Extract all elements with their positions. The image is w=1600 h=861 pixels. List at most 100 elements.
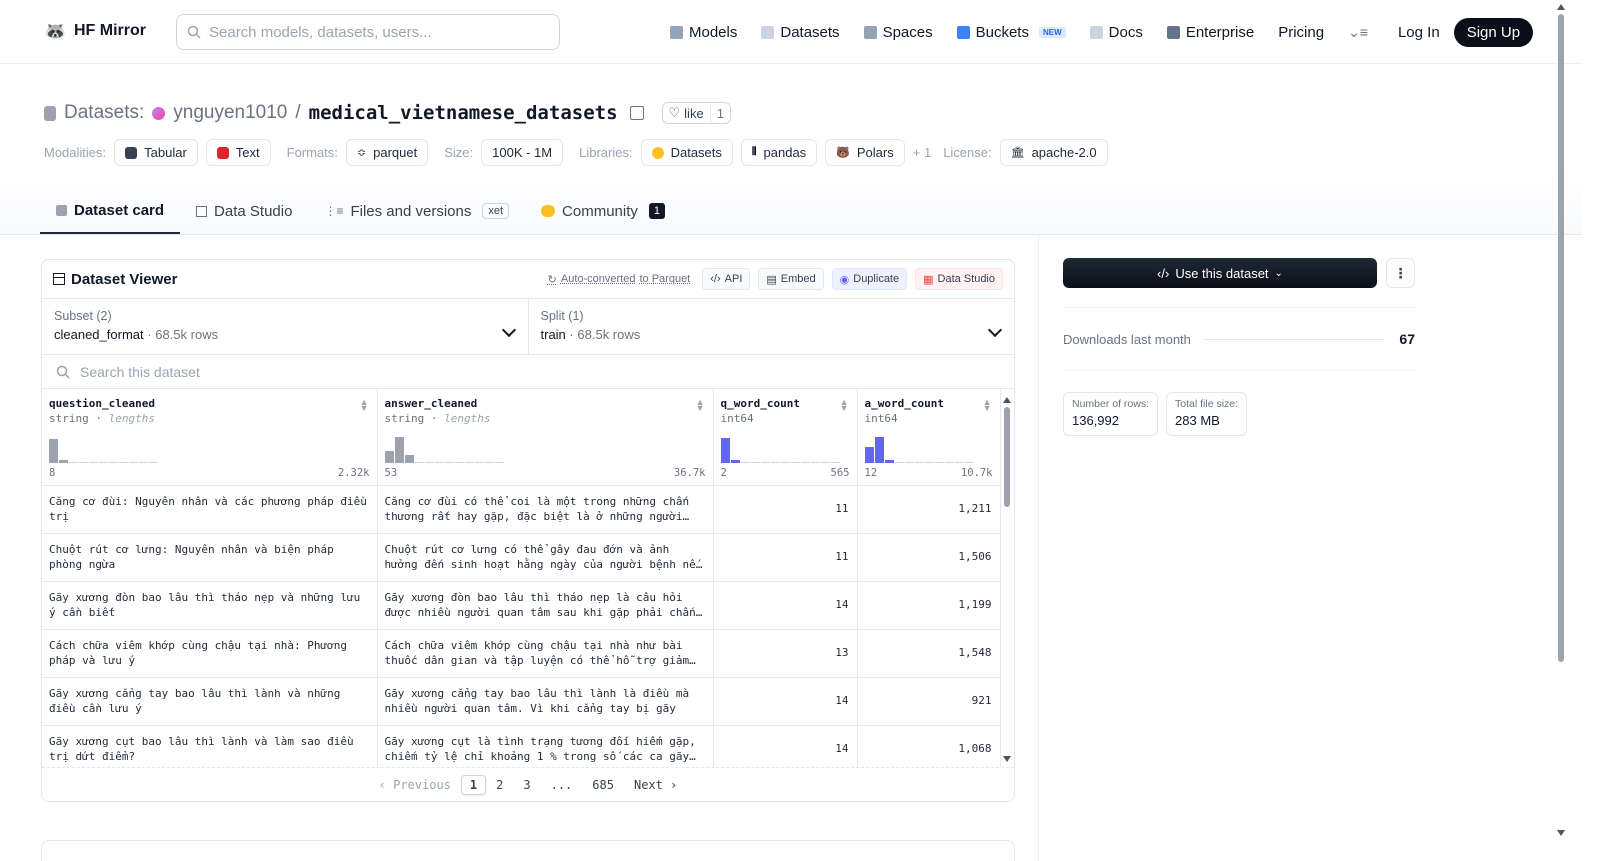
- table-scrollbar[interactable]: [1002, 393, 1012, 766]
- owner-avatar[interactable]: [152, 106, 166, 120]
- signup-button[interactable]: Sign Up: [1453, 18, 1534, 47]
- tag-polars[interactable]: 🐻 Polars: [825, 139, 905, 166]
- sort-icon[interactable]: ▲ ▼: [983, 398, 992, 413]
- cell-a-word-count[interactable]: 1,068: [857, 725, 1001, 774]
- prev-page-button[interactable]: ‹ Previous: [369, 775, 461, 795]
- repo-owner[interactable]: ynguyen1010: [173, 102, 287, 124]
- split-select[interactable]: Split (1) train · 68.5k rows: [527, 299, 1015, 354]
- column-header-1[interactable]: answer_cleaned string · lengths ▲ ▼ 53 36.7k: [377, 389, 714, 486]
- table-row[interactable]: Căng cơ đùi: Nguyên nhân và các phương p…: [42, 485, 1001, 534]
- models-icon: [670, 26, 683, 39]
- api-button[interactable]: ‹/› API: [702, 268, 751, 290]
- tag-datasets-lib[interactable]: Datasets: [640, 139, 733, 166]
- more-menu-icon[interactable]: ⌄≡: [1348, 24, 1368, 41]
- column-header-0[interactable]: question_cleaned string · lengths ▲ ▼ 8 2.32k: [42, 389, 378, 486]
- tab-data-studio[interactable]: Data Studio: [180, 188, 308, 234]
- cell-a-word-count[interactable]: 1,506: [857, 533, 1001, 582]
- column-histogram[interactable]: [49, 437, 158, 463]
- nav-datasets[interactable]: Datasets: [761, 19, 840, 47]
- cell-question[interactable]: Gãy xương cụt bao lâu thì lành và làm sa…: [42, 725, 378, 774]
- data-studio-button[interactable]: ▦ Data Studio: [915, 268, 1003, 290]
- column-histogram[interactable]: [720, 437, 840, 463]
- scroll-thumb[interactable]: [1004, 407, 1010, 507]
- column-histogram[interactable]: [384, 437, 504, 463]
- cell-q-word-count[interactable]: 11: [713, 533, 858, 582]
- nav-enterprise[interactable]: Enterprise: [1166, 19, 1254, 47]
- column-header-2[interactable]: q_word_count int64 ▲ ▼ 2 565: [713, 389, 858, 486]
- page-scrollbar[interactable]: [1556, 0, 1566, 861]
- page-1[interactable]: 1: [460, 774, 487, 795]
- table-row[interactable]: Cách chữa viêm khớp cùng chậu tại nhà: P…: [42, 629, 1001, 678]
- sort-icon[interactable]: ▲ ▼: [360, 398, 369, 413]
- table-row[interactable]: Chuột rút cơ lưng: Nguyên nhân và biện p…: [42, 533, 1001, 582]
- page-scroll-thumb[interactable]: [1558, 14, 1564, 662]
- tab-dataset-card[interactable]: Dataset card: [40, 188, 181, 234]
- nav-spaces[interactable]: Spaces: [863, 19, 933, 47]
- cell-question[interactable]: Cách chữa viêm khớp cùng chậu tại nhà: P…: [42, 629, 378, 678]
- nav-models[interactable]: Models: [670, 19, 737, 47]
- dataset-search-input[interactable]: [80, 363, 480, 380]
- site-logo[interactable]: 🦝 HF Mirror: [44, 20, 146, 42]
- use-dataset-button[interactable]: ‹/› Use this dataset ⌄: [1063, 258, 1377, 288]
- cell-question[interactable]: Căng cơ đùi: Nguyên nhân và các phương p…: [42, 485, 378, 534]
- like-button[interactable]: ♡ like 1: [661, 102, 731, 124]
- cell-a-word-count[interactable]: 921: [857, 677, 1001, 726]
- column-header-3[interactable]: a_word_count int64 ▲ ▼ 12 10.7k: [857, 389, 1001, 486]
- sort-icon[interactable]: ▲ ▼: [840, 398, 849, 413]
- nav-buckets[interactable]: Buckets NEW: [956, 19, 1066, 47]
- scroll-up-icon[interactable]: [1003, 397, 1011, 403]
- nav-pricing[interactable]: Pricing: [1278, 19, 1324, 47]
- table-row[interactable]: Gãy xương đòn bao lâu thì tháo nẹp và nh…: [42, 581, 1001, 630]
- cell-question[interactable]: Gãy xương cẳng tay bao lâu thì lành và n…: [42, 677, 378, 726]
- libraries-more[interactable]: + 1: [913, 145, 931, 160]
- cell-q-word-count[interactable]: 14: [713, 725, 858, 774]
- dataset-search[interactable]: [42, 355, 1014, 389]
- tag-tabular[interactable]: Tabular: [114, 139, 198, 166]
- tag-parquet[interactable]: ≎ parquet: [345, 139, 429, 166]
- cell-a-word-count[interactable]: 1,211: [857, 485, 1001, 534]
- subset-select[interactable]: Subset (2) cleaned_format · 68.5k rows: [42, 299, 528, 354]
- tag-text[interactable]: Text: [205, 139, 271, 166]
- column-histogram[interactable]: [864, 437, 974, 463]
- tab-files[interactable]: ⋮≡ Files and versions xet: [308, 188, 525, 234]
- nav-docs[interactable]: Docs: [1089, 19, 1143, 47]
- embed-button[interactable]: ▤ Embed: [758, 268, 824, 290]
- more-options-button[interactable]: ⋮: [1386, 258, 1415, 288]
- scroll-down-icon[interactable]: [1003, 756, 1011, 762]
- tag-license[interactable]: 🏛 apache-2.0: [999, 139, 1108, 166]
- tag-size[interactable]: 100K - 1M: [481, 139, 564, 166]
- cell-a-word-count[interactable]: 1,199: [857, 581, 1001, 630]
- cell-answer[interactable]: Chuột rút cơ lưng có thể gây đau đớn và …: [377, 533, 714, 582]
- table-row[interactable]: Gãy xương cụt bao lâu thì lành và làm sa…: [42, 725, 1001, 774]
- tab-community[interactable]: Community 1: [525, 188, 681, 234]
- tag-pandas[interactable]: ⫴ pandas: [740, 139, 818, 166]
- copy-icon[interactable]: [629, 106, 644, 120]
- sort-icon[interactable]: ▲ ▼: [696, 398, 705, 413]
- scroll-up-icon[interactable]: [1557, 4, 1565, 10]
- table-row[interactable]: Gãy xương cẳng tay bao lâu thì lành và n…: [42, 677, 1001, 726]
- page-last[interactable]: 685: [582, 775, 624, 795]
- duplicate-button[interactable]: ◉ Duplicate: [831, 268, 908, 290]
- cell-answer[interactable]: Cách chữa viêm khớp cùng chậu tại nhà nh…: [377, 629, 714, 678]
- page-3[interactable]: 3: [513, 775, 540, 795]
- auto-converted-link[interactable]: ↻ Auto-converted to Parquet: [548, 273, 691, 286]
- cell-a-word-count[interactable]: 1,548: [857, 629, 1001, 678]
- page-2[interactable]: 2: [486, 775, 513, 795]
- cell-question[interactable]: Chuột rút cơ lưng: Nguyên nhân và biện p…: [42, 533, 378, 582]
- cell-answer[interactable]: Gãy xương đòn bao lâu thì tháo nẹp là câ…: [377, 581, 714, 630]
- cell-answer[interactable]: Gãy xương cẳng tay bao lâu thì lành là đ…: [377, 677, 714, 726]
- libraries-label: Libraries:: [579, 145, 633, 160]
- login-link[interactable]: Log In: [1398, 24, 1440, 41]
- cell-q-word-count[interactable]: 13: [713, 629, 858, 678]
- cell-q-word-count[interactable]: 14: [713, 581, 858, 630]
- cell-answer[interactable]: Căng cơ đùi có thể coi là một trong nhữn…: [377, 485, 714, 534]
- next-page-button[interactable]: Next ›: [624, 775, 687, 795]
- cell-q-word-count[interactable]: 11: [713, 485, 858, 534]
- scroll-down-icon[interactable]: [1557, 830, 1565, 836]
- repo-name[interactable]: medical_vietnamese_datasets: [309, 102, 618, 124]
- global-search[interactable]: [176, 14, 560, 50]
- cell-question[interactable]: Gãy xương đòn bao lâu thì tháo nẹp và nh…: [42, 581, 378, 630]
- cell-answer[interactable]: Gãy xương cụt là tình trạng tương đối hi…: [377, 725, 714, 774]
- cell-q-word-count[interactable]: 14: [713, 677, 858, 726]
- global-search-input[interactable]: [209, 23, 539, 41]
